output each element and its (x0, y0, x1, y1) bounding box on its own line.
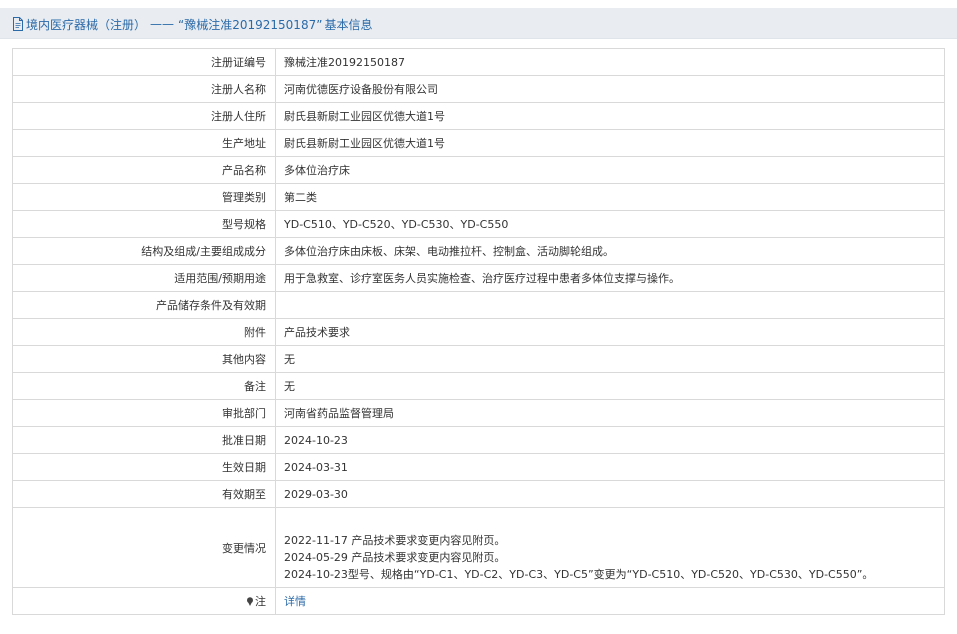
table-row: 生效日期 2024-03-31 (12, 453, 945, 481)
change-entry: 2024-05-29 产品技术要求变更内容见附页。 (284, 551, 506, 564)
field-label: 生效日期 (12, 453, 276, 481)
table-row: 注册人住所 尉氏县新尉工业园区优德大道1号 (12, 102, 945, 130)
field-label: 适用范围/预期用途 (12, 264, 276, 292)
field-label: 生产地址 (12, 129, 276, 157)
note-value: 详情 (275, 587, 945, 615)
table-row: 型号规格 YD-C510、YD-C520、YD-C530、YD-C550 (12, 210, 945, 238)
field-value: 河南优德医疗设备股份有限公司 (275, 75, 945, 103)
field-label: 有效期至 (12, 480, 276, 508)
note-label-cell: 注 (12, 587, 276, 615)
note-row: 注 详情 (12, 587, 945, 615)
field-label: 审批部门 (12, 399, 276, 427)
field-value: YD-C510、YD-C520、YD-C530、YD-C550 (275, 210, 945, 238)
field-value (275, 291, 945, 319)
changes-row: 变更情况 2022-11-17 产品技术要求变更内容见附页。 2024-05-2… (12, 507, 945, 588)
table-row: 备注无 (12, 372, 945, 400)
changes-value: 2022-11-17 产品技术要求变更内容见附页。 2024-05-29 产品技… (275, 507, 945, 588)
field-value: 第二类 (275, 183, 945, 211)
field-label: 结构及组成/主要组成成分 (12, 237, 276, 265)
table-row: 产品储存条件及有效期 (12, 291, 945, 319)
pin-icon (247, 597, 253, 606)
document-icon (13, 17, 23, 31)
table-row: 注册证编号 豫械注准20192150187 (12, 48, 945, 76)
field-value: 多体位治疗床 (275, 156, 945, 184)
field-value: 2024-03-31 (275, 453, 945, 481)
field-value: 尉氏县新尉工业园区优德大道1号 (275, 102, 945, 130)
field-label: 产品名称 (12, 156, 276, 184)
page-title: 境内医疗器械（注册） —— “豫械注准20192150187” 基本信息 (12, 16, 372, 32)
table-row: 注册人名称 河南优德医疗设备股份有限公司 (12, 75, 945, 103)
table-row: 管理类别 第二类 (12, 183, 945, 211)
table-row: 附件 产品技术要求 (12, 318, 945, 346)
field-label: 注册人名称 (12, 75, 276, 103)
title-separator: —— (150, 17, 175, 31)
note-label: 注 (255, 595, 266, 608)
field-value: 用于急救室、诊疗室医务人员实施检查、治疗医疗过程中患者多体位支撑与操作。 (275, 264, 945, 292)
change-entry: 2022-11-17 产品技术要求变更内容见附页。 (284, 534, 506, 547)
changes-label: 变更情况 (12, 507, 276, 588)
table-row: 适用范围/预期用途 用于急救室、诊疗室医务人员实施检查、治疗医疗过程中患者多体位支… (12, 264, 945, 292)
table-row: 有效期至 2029-03-30 (12, 480, 945, 508)
field-value: 河南省药品监督管理局 (275, 399, 945, 427)
table-row: 生产地址 尉氏县新尉工业园区优德大道1号 (12, 129, 945, 157)
field-label: 备注 (12, 372, 276, 400)
field-label: 注册证编号 (12, 48, 276, 76)
table-row: 产品名称 多体位治疗床 (12, 156, 945, 184)
change-entry: 2024-10-23型号、规格由“YD-C1、YD-C2、YD-C3、YD-C5… (284, 568, 874, 581)
title-suffix: 基本信息 (324, 17, 373, 32)
table-row: 结构及组成/主要组成成分 多体位治疗床由床板、床架、电动推拉杆、控制盒、活动脚轮组… (12, 237, 945, 265)
field-label: 产品储存条件及有效期 (12, 291, 276, 319)
field-label: 附件 (12, 318, 276, 346)
field-value: 无 (275, 345, 945, 373)
table-row: 其他内容无 (12, 345, 945, 373)
top-strip (0, 0, 957, 8)
title-registration-number: “豫械注准20192150187” (178, 17, 323, 32)
field-label: 型号规格 (12, 210, 276, 238)
field-value: 2029-03-30 (275, 480, 945, 508)
field-value: 2024-10-23 (275, 426, 945, 454)
field-value: 多体位治疗床由床板、床架、电动推拉杆、控制盒、活动脚轮组成。 (275, 237, 945, 265)
field-label: 其他内容 (12, 345, 276, 373)
field-label: 管理类别 (12, 183, 276, 211)
details-link[interactable]: 详情 (284, 595, 306, 608)
field-value: 豫械注准20192150187 (275, 48, 945, 76)
field-label: 注册人住所 (12, 102, 276, 130)
field-value: 产品技术要求 (275, 318, 945, 346)
page-header: 境内医疗器械（注册） —— “豫械注准20192150187” 基本信息 (0, 8, 957, 39)
field-value: 无 (275, 372, 945, 400)
title-prefix: 境内医疗器械（注册） (26, 17, 147, 32)
field-label: 批准日期 (12, 426, 276, 454)
table-row: 审批部门 河南省药品监督管理局 (12, 399, 945, 427)
changes-list: 2022-11-17 产品技术要求变更内容见附页。 2024-05-29 产品技… (284, 512, 944, 583)
info-table: 注册证编号 豫械注准20192150187 注册人名称 河南优德医疗设备股份有限公司… (12, 48, 945, 615)
table-row: 批准日期 2024-10-23 (12, 426, 945, 454)
field-value: 尉氏县新尉工业园区优德大道1号 (275, 129, 945, 157)
